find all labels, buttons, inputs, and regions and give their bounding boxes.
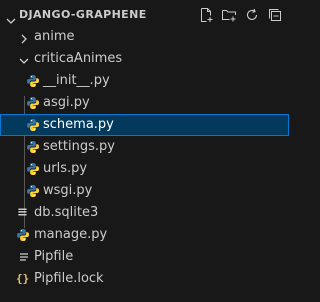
python-icon (26, 96, 40, 110)
python-icon (16, 228, 30, 242)
tree-item-label: Pipfile.lock (34, 271, 104, 286)
explorer-actions (198, 7, 283, 23)
tree-item-label: __init__.py (43, 73, 110, 88)
tree-file-wsgi[interactable]: wsgi.py (0, 180, 289, 202)
tree-item-label: Pipfile (34, 249, 74, 264)
tree-item-label: anime (34, 29, 75, 44)
new-file-icon[interactable] (198, 7, 214, 23)
tree-file-schema[interactable]: schema.py (0, 114, 289, 136)
tree-file-pipfile[interactable]: Pipfile (0, 246, 289, 268)
tree-file-init[interactable]: __init__.py (0, 70, 289, 92)
tree-file-pipfile-lock[interactable]: {} Pipfile.lock (0, 268, 289, 290)
tree-item-label: criticaAnimes (34, 51, 123, 66)
python-icon (26, 184, 40, 198)
generic-file-icon (17, 250, 31, 264)
tree-item-label: manage.py (34, 227, 108, 242)
tree-item-label: wsgi.py (43, 183, 93, 198)
python-icon (26, 162, 40, 176)
python-icon (26, 118, 40, 132)
tree-item-label: schema.py (43, 117, 114, 132)
tree-folder-anime[interactable]: anime (0, 26, 289, 48)
chevron-down-icon[interactable] (18, 53, 30, 65)
chevron-right-icon[interactable] (18, 31, 30, 44)
refresh-icon[interactable] (244, 7, 260, 23)
tree-item-label: settings.py (43, 139, 115, 154)
tree-item-label: db.sqlite3 (34, 205, 99, 220)
json-braces-icon: {} (16, 272, 30, 285)
tree-item-label: urls.py (43, 161, 88, 176)
tree-file-settings[interactable]: settings.py (0, 136, 289, 158)
tree-item-label: asgi.py (43, 95, 90, 110)
tree-folder-criticaanimes[interactable]: criticaAnimes (0, 48, 289, 70)
tree-file-urls[interactable]: urls.py (0, 158, 289, 180)
database-file-icon: ≡ (17, 205, 28, 220)
collapse-all-icon[interactable] (267, 7, 283, 23)
tree-file-asgi[interactable]: asgi.py (0, 92, 289, 114)
python-icon (26, 74, 40, 88)
python-icon (26, 140, 40, 154)
tree-file-manage[interactable]: manage.py (0, 224, 289, 246)
workspace-title[interactable]: DJANGO-GRAPHENE (19, 8, 147, 21)
new-folder-icon[interactable] (221, 7, 237, 23)
file-tree: anime criticaAnimes __init__.py asgi.py … (0, 26, 289, 290)
tree-file-db-sqlite3[interactable]: ≡ db.sqlite3 (0, 202, 289, 224)
